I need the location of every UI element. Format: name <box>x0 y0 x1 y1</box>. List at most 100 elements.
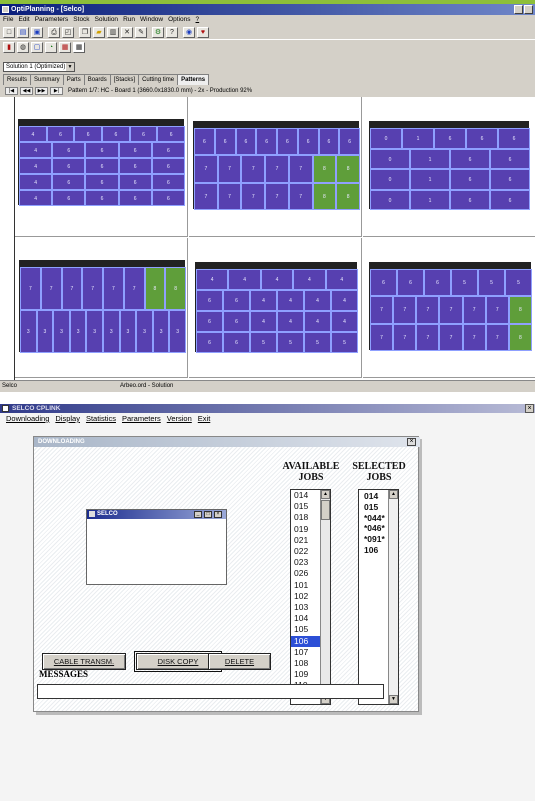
cut-tool-icon[interactable]: ▢ <box>31 42 43 53</box>
cut-part: 3 <box>103 310 120 353</box>
cut-part: 6 <box>450 169 490 190</box>
report-tool-icon[interactable]: ▦ <box>59 42 71 53</box>
selco-menu-bar: Downloading Display Statistics Parameter… <box>0 413 535 425</box>
tab-stacks[interactable]: [Stacks] <box>109 74 140 85</box>
chevron-down-icon[interactable]: ▼ <box>66 63 74 71</box>
minimize-icon[interactable]: _ <box>194 511 202 518</box>
stock-tool-icon[interactable]: ▮ <box>3 42 15 53</box>
restore-icon[interactable] <box>514 5 523 14</box>
cut-part: 6 <box>52 158 86 174</box>
cut-part: 7 <box>217 155 242 183</box>
delete-button[interactable]: DELETE <box>208 653 271 670</box>
close-icon[interactable]: × <box>214 511 222 518</box>
cut-part: 6 <box>151 142 185 158</box>
menu-statistics[interactable]: Statistics <box>86 413 116 425</box>
cut-part: 7 <box>194 155 218 183</box>
messages-label: MESSAGES <box>39 669 89 679</box>
tab-cutting-time[interactable]: Cutting time <box>138 74 179 85</box>
menu-edit[interactable]: Edit <box>18 15 29 25</box>
cut-part: 6 <box>235 128 257 156</box>
menu-options[interactable]: Options <box>168 15 190 25</box>
paste-icon[interactable]: ▥ <box>107 26 119 38</box>
cut-part: 7 <box>370 296 394 324</box>
menu-help[interactable]: ? <box>196 15 200 25</box>
preview-icon[interactable]: ◰ <box>62 26 74 38</box>
tab-patterns[interactable]: Patterns <box>177 74 210 85</box>
grid-tool-icon[interactable]: ▦ <box>73 42 85 53</box>
scroll-down-icon[interactable]: ▼ <box>389 695 398 704</box>
scroll-up-icon[interactable]: ▲ <box>321 490 330 499</box>
menu-downloading[interactable]: Downloading <box>6 413 49 425</box>
tab-results[interactable]: Results <box>3 74 32 85</box>
scroll-up-icon[interactable]: ▲ <box>389 490 398 499</box>
cut-part: 6 <box>450 148 490 169</box>
folder-icon[interactable]: ▰ <box>93 26 105 38</box>
solution-select[interactable]: Solution 1 (Optimized) ▼ <box>3 62 75 72</box>
scroll-thumb[interactable] <box>321 500 330 520</box>
messages-field[interactable] <box>37 684 384 699</box>
menu-run[interactable]: Run <box>123 15 135 25</box>
cut-part: 8 <box>312 155 337 183</box>
chart-icon[interactable]: ♥ <box>197 26 209 38</box>
help-icon[interactable]: ? <box>166 26 178 38</box>
tab-boards[interactable]: Boards <box>83 74 111 85</box>
toolbar-main: □ ▤ ▣ ⎙ ◰ ❐ ▰ ▥ ✕ ✎ ⚙ ? ◉ ♥ <box>0 25 535 39</box>
selected-jobs-list[interactable]: 014 015 *044* *046* *091* 106 ▲ ▼ <box>358 489 399 705</box>
maximize-icon[interactable]: □ <box>204 511 212 518</box>
close-icon[interactable]: × <box>525 404 534 413</box>
menu-solution[interactable]: Solution <box>95 15 119 25</box>
cut-part: 5 <box>250 332 277 353</box>
cut-part: 5 <box>304 332 331 353</box>
first-pattern-button[interactable]: |◀ <box>5 87 18 95</box>
menu-version[interactable]: Version <box>167 413 192 425</box>
open-icon[interactable]: ▤ <box>17 26 29 38</box>
available-jobs-list[interactable]: 014 015 018 019 021 022 023 026 101 102 103 104 105 1… <box>290 489 331 705</box>
tab-parts[interactable]: Parts <box>62 74 85 85</box>
menu-file[interactable]: File <box>3 15 13 25</box>
save-icon[interactable]: ▣ <box>31 26 43 38</box>
cut-part: 6 <box>196 332 223 353</box>
close-icon[interactable]: × <box>407 438 416 446</box>
menu-window[interactable]: Window <box>140 15 163 25</box>
cut-part: 7 <box>40 267 62 310</box>
cut-part: 6 <box>102 126 130 142</box>
menu-stock[interactable]: Stock <box>73 15 89 25</box>
board-tool-icon[interactable]: ◍ <box>17 42 29 53</box>
info-icon[interactable]: ◉ <box>183 26 195 38</box>
cut-part: 6 <box>450 189 490 210</box>
pattern-panel[interactable]: 44444664444664444665555 <box>189 238 362 378</box>
menu-exit[interactable]: Exit <box>198 413 211 425</box>
print-icon[interactable]: ⎙ <box>48 26 60 38</box>
available-jobs-scrollbar[interactable]: ▲ ▼ <box>320 490 330 704</box>
cut-part: 7 <box>416 296 440 324</box>
last-pattern-button[interactable]: ▶| <box>50 87 63 95</box>
settings-icon[interactable]: ⚙ <box>152 26 164 38</box>
cancel-icon[interactable]: ✕ <box>121 26 133 38</box>
new-icon[interactable]: □ <box>3 26 15 38</box>
next-pattern-button[interactable]: ▶▶ <box>35 87 48 95</box>
cut-part: 6 <box>85 174 119 190</box>
cable-transm-button[interactable]: CABLE TRANSM. <box>42 653 126 670</box>
pattern-panel[interactable]: 46666646666466664666646666 <box>15 97 188 237</box>
selected-jobs-scrollbar[interactable]: ▲ ▼ <box>388 490 398 704</box>
cut-part: 7 <box>194 182 218 210</box>
pattern-panel[interactable]: 777777883333333333 <box>15 238 188 378</box>
prev-pattern-button[interactable]: ◀◀ <box>20 87 33 95</box>
menu-display[interactable]: Display <box>55 413 80 425</box>
pattern-panel[interactable]: 01666016601660166 <box>363 97 535 237</box>
cut-part: 6 <box>490 169 530 190</box>
tool-icon[interactable]: ✎ <box>135 26 147 38</box>
cut-part: 4 <box>304 311 331 332</box>
pattern-panel[interactable]: 66655577777787777778 <box>363 238 535 378</box>
pattern-panel[interactable]: 6666666677777887777788 <box>189 97 362 237</box>
cutting-board: 66655577777787777778 <box>369 268 532 351</box>
cut-part: 6 <box>151 190 185 206</box>
clock-tool-icon[interactable]: ◔ <box>45 42 57 53</box>
close-icon[interactable] <box>524 5 533 14</box>
tab-summary[interactable]: Summary <box>30 74 64 85</box>
menu-parameters[interactable]: Parameters <box>35 15 69 25</box>
cut-part: 3 <box>169 310 186 353</box>
copy-icon[interactable]: ❐ <box>79 26 91 38</box>
menu-parameters[interactable]: Parameters <box>122 413 161 425</box>
cut-part: 6 <box>118 158 152 174</box>
